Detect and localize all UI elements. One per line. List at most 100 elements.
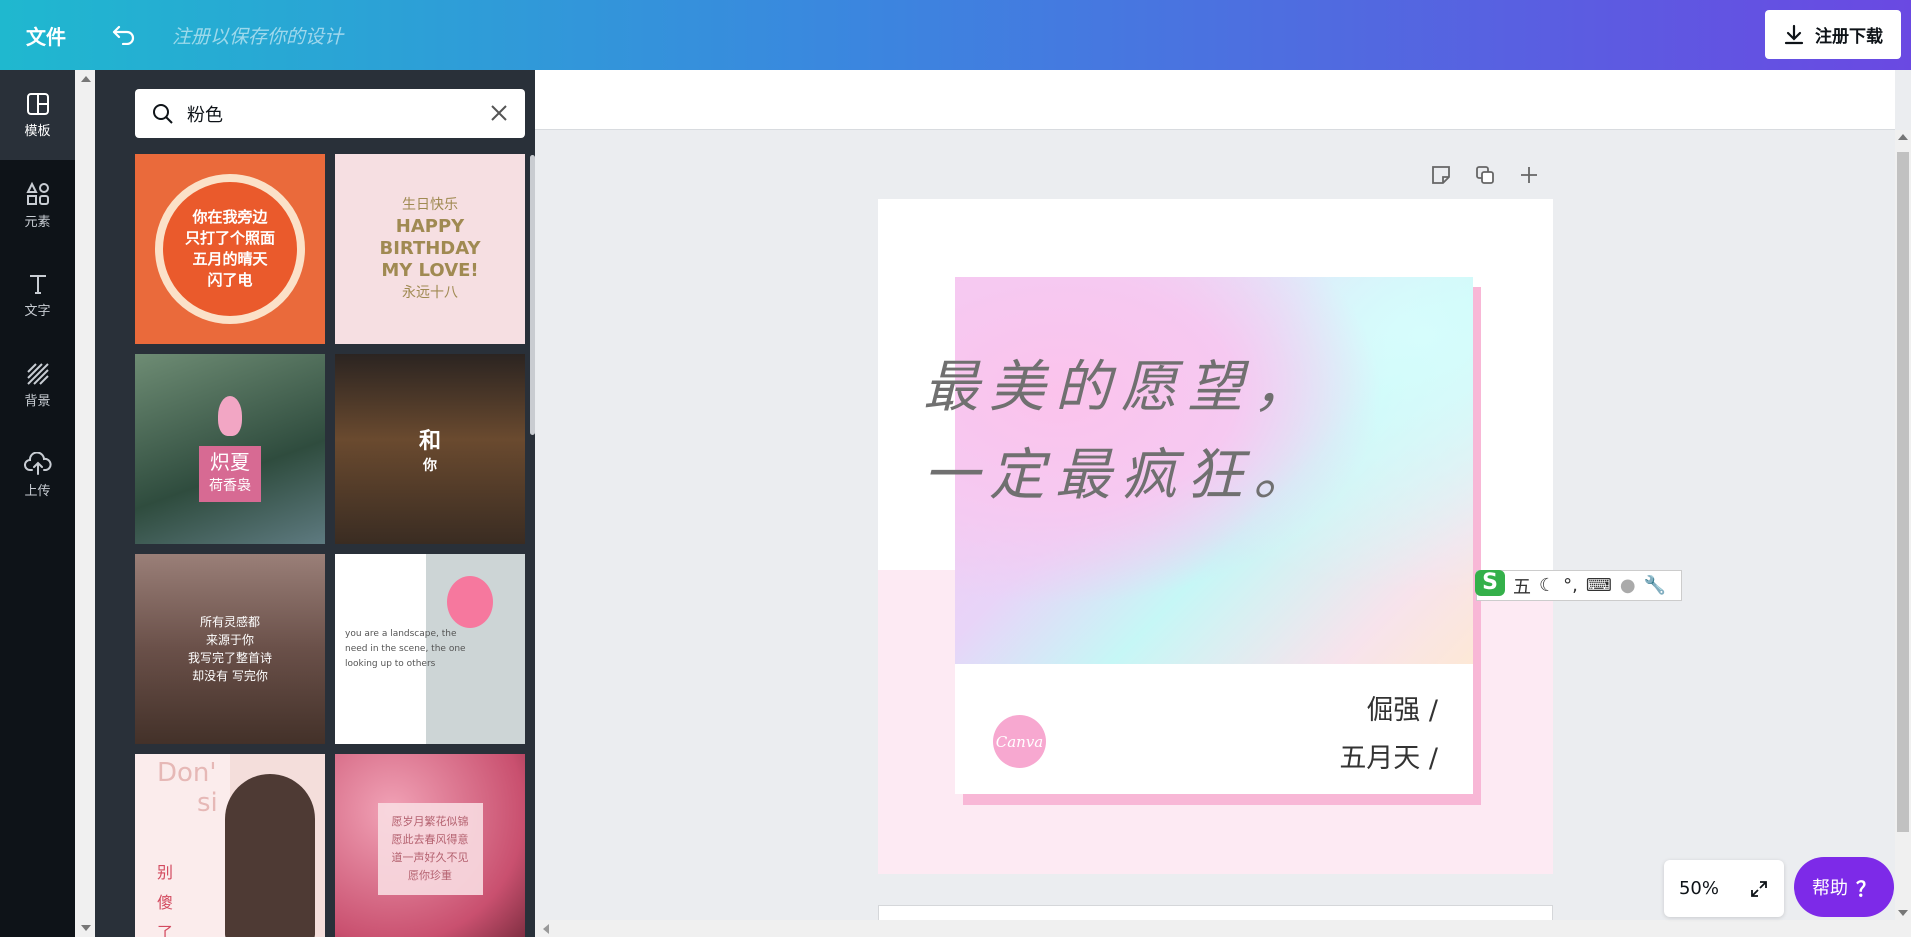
scroll-up-arrow[interactable] <box>81 76 91 82</box>
help-button[interactable]: 帮助 ？ <box>1794 857 1894 917</box>
wrench-icon[interactable]: 🔧 <box>1644 575 1666 596</box>
canva-logo[interactable]: Canva <box>993 715 1046 768</box>
template-text: 你在我旁边 <box>192 208 268 226</box>
template-text: MY LOVE! <box>381 260 479 281</box>
design-page[interactable]: 最美的愿望， 一定最疯狂。 倔强 / 五月天 / Canva <box>878 199 1553 874</box>
punctuation-icon[interactable]: °, <box>1563 575 1578 596</box>
nav-label: 元素 <box>24 214 51 230</box>
duplicate-page-icon[interactable] <box>1474 164 1496 186</box>
template-thumb[interactable]: you are a landscape, the need in the sce… <box>335 554 525 744</box>
template-text: 道一声好久不见 <box>391 851 469 864</box>
workspace-vscrollbar[interactable] <box>1895 130 1911 920</box>
template-thumb[interactable]: 生日快乐 HAPPY BIRTHDAY MY LOVE! 永远十八 <box>335 154 525 344</box>
undo-button[interactable] <box>106 17 142 53</box>
ime-mode[interactable]: 五 <box>1513 573 1531 599</box>
template-text: 你 <box>423 458 437 474</box>
template-text: 生日快乐 <box>402 197 458 213</box>
help-label: 帮助 <box>1812 878 1848 899</box>
template-thumb[interactable]: Don' si 别 傻 了 <box>135 754 325 937</box>
zoom-level[interactable]: 50% <box>1679 878 1719 899</box>
quote-text[interactable]: 最美的愿望， 一定最疯狂。 <box>923 344 1319 520</box>
nav-item-templates[interactable]: 模板 <box>0 70 75 160</box>
template-text: 却没有 写完你 <box>192 669 268 683</box>
template-text: 别 <box>157 863 174 882</box>
template-text: 炽夏 <box>210 450 250 474</box>
sig-line: 倔强 / <box>1366 695 1438 726</box>
nav-label: 上传 <box>24 483 51 499</box>
template-text: 愿岁月繁花似锦 <box>391 815 469 828</box>
page-tools <box>1430 164 1540 186</box>
nav-item-text[interactable]: 文字 <box>0 250 75 340</box>
scroll-up-arrow[interactable] <box>1898 134 1908 140</box>
template-text: 了 <box>157 923 174 937</box>
search-input[interactable]: 粉色 <box>187 101 223 127</box>
add-page-icon[interactable] <box>1518 164 1540 186</box>
quote-line: 一定最疯狂。 <box>923 443 1319 508</box>
editor-toolbar <box>535 70 1895 130</box>
scroll-left-arrow[interactable] <box>543 924 549 934</box>
template-text: HAPPY <box>395 216 465 237</box>
template-text: 只打了个照面 <box>184 229 275 247</box>
template-thumb[interactable]: 和 你 <box>335 354 525 544</box>
signature-text[interactable]: 倔强 / 五月天 / <box>1339 687 1438 783</box>
template-text: 傻 <box>157 893 174 912</box>
elements-icon <box>25 181 49 205</box>
template-grid: 你在我旁边 只打了个照面 五月的晴天 闪了电 生日快乐 HAPPY BIRTHD… <box>135 154 525 937</box>
templates-panel: 粉色 你在我旁边 只打了个照面 五月的晴天 闪了电 生日快乐 HAPPY BIR… <box>75 70 535 937</box>
download-button[interactable]: 注册下载 <box>1765 10 1901 59</box>
template-text: 和 <box>418 429 441 454</box>
text-icon <box>29 274 46 294</box>
file-menu[interactable]: 文件 <box>26 21 70 50</box>
nav-label: 模板 <box>24 123 51 139</box>
template-text: Don' <box>157 758 217 788</box>
panel-scrollbar[interactable] <box>75 70 95 937</box>
template-text: 荷香袅 <box>209 478 251 494</box>
template-thumb[interactable]: 愿岁月繁花似锦 愿此去春风得意 道一声好久不见 愿你珍重 <box>335 754 525 937</box>
template-text: 闪了电 <box>207 271 253 289</box>
scroll-down-arrow[interactable] <box>1898 910 1908 916</box>
keyboard-icon[interactable]: ⌨ <box>1586 575 1612 596</box>
template-text: 我写完了整首诗 <box>187 651 272 665</box>
project-title[interactable]: 注册以保存你的设计 <box>172 22 343 49</box>
template-text: you are a landscape, the <box>345 628 457 639</box>
fullscreen-icon[interactable] <box>1749 879 1769 899</box>
template-text: need in the scene, the one <box>345 643 466 654</box>
upload-icon <box>23 451 52 475</box>
search-box[interactable]: 粉色 <box>135 89 525 138</box>
note-icon[interactable] <box>1430 164 1452 186</box>
template-icon <box>26 92 49 115</box>
nav-item-upload[interactable]: 上传 <box>0 430 75 520</box>
ime-toolbar[interactable]: S 五 ☾ °, ⌨ ● 🔧 <box>1475 569 1682 601</box>
template-text: looking up to others <box>345 658 436 669</box>
search-icon <box>153 103 173 124</box>
zoom-control[interactable]: 50% <box>1664 860 1784 917</box>
moon-icon[interactable]: ☾ <box>1539 575 1555 596</box>
clear-search-icon[interactable] <box>489 103 509 123</box>
question-icon: ？ <box>1856 876 1876 901</box>
background-icon <box>26 362 49 385</box>
template-text: 愿你珍重 <box>408 869 452 882</box>
template-text: si <box>197 788 218 818</box>
download-label: 注册下载 <box>1815 27 1883 47</box>
user-icon[interactable]: ● <box>1620 575 1636 596</box>
template-thumb[interactable]: 炽夏 荷香袅 <box>135 354 325 544</box>
template-thumb[interactable]: 所有灵感都 来源于你 我写完了整首诗 却没有 写完你 <box>135 554 325 744</box>
undo-icon <box>112 25 135 45</box>
template-text: BIRTHDAY <box>379 238 481 259</box>
nav-item-background[interactable]: 背景 <box>0 340 75 430</box>
top-bar: 文件 注册以保存你的设计 注册下载 <box>0 0 1911 70</box>
left-nav: 模板 元素 文字 背景 上传 <box>0 70 75 937</box>
nav-item-elements[interactable]: 元素 <box>0 160 75 250</box>
template-text: 永远十八 <box>402 285 458 301</box>
template-text: 所有灵感都 <box>199 615 260 629</box>
template-text: 来源于你 <box>205 633 254 647</box>
quote-line: 最美的愿望， <box>923 355 1319 420</box>
template-thumb[interactable]: 你在我旁边 只打了个照面 五月的晴天 闪了电 <box>135 154 325 344</box>
vscroll-thumb[interactable] <box>1897 152 1909 832</box>
workspace-hscrollbar[interactable] <box>535 920 1911 937</box>
template-text: 五月的晴天 <box>192 250 268 268</box>
sig-line: 五月天 / <box>1339 743 1438 774</box>
nav-label: 背景 <box>24 393 51 409</box>
nav-label: 文字 <box>24 303 51 319</box>
scroll-down-arrow[interactable] <box>81 925 91 931</box>
